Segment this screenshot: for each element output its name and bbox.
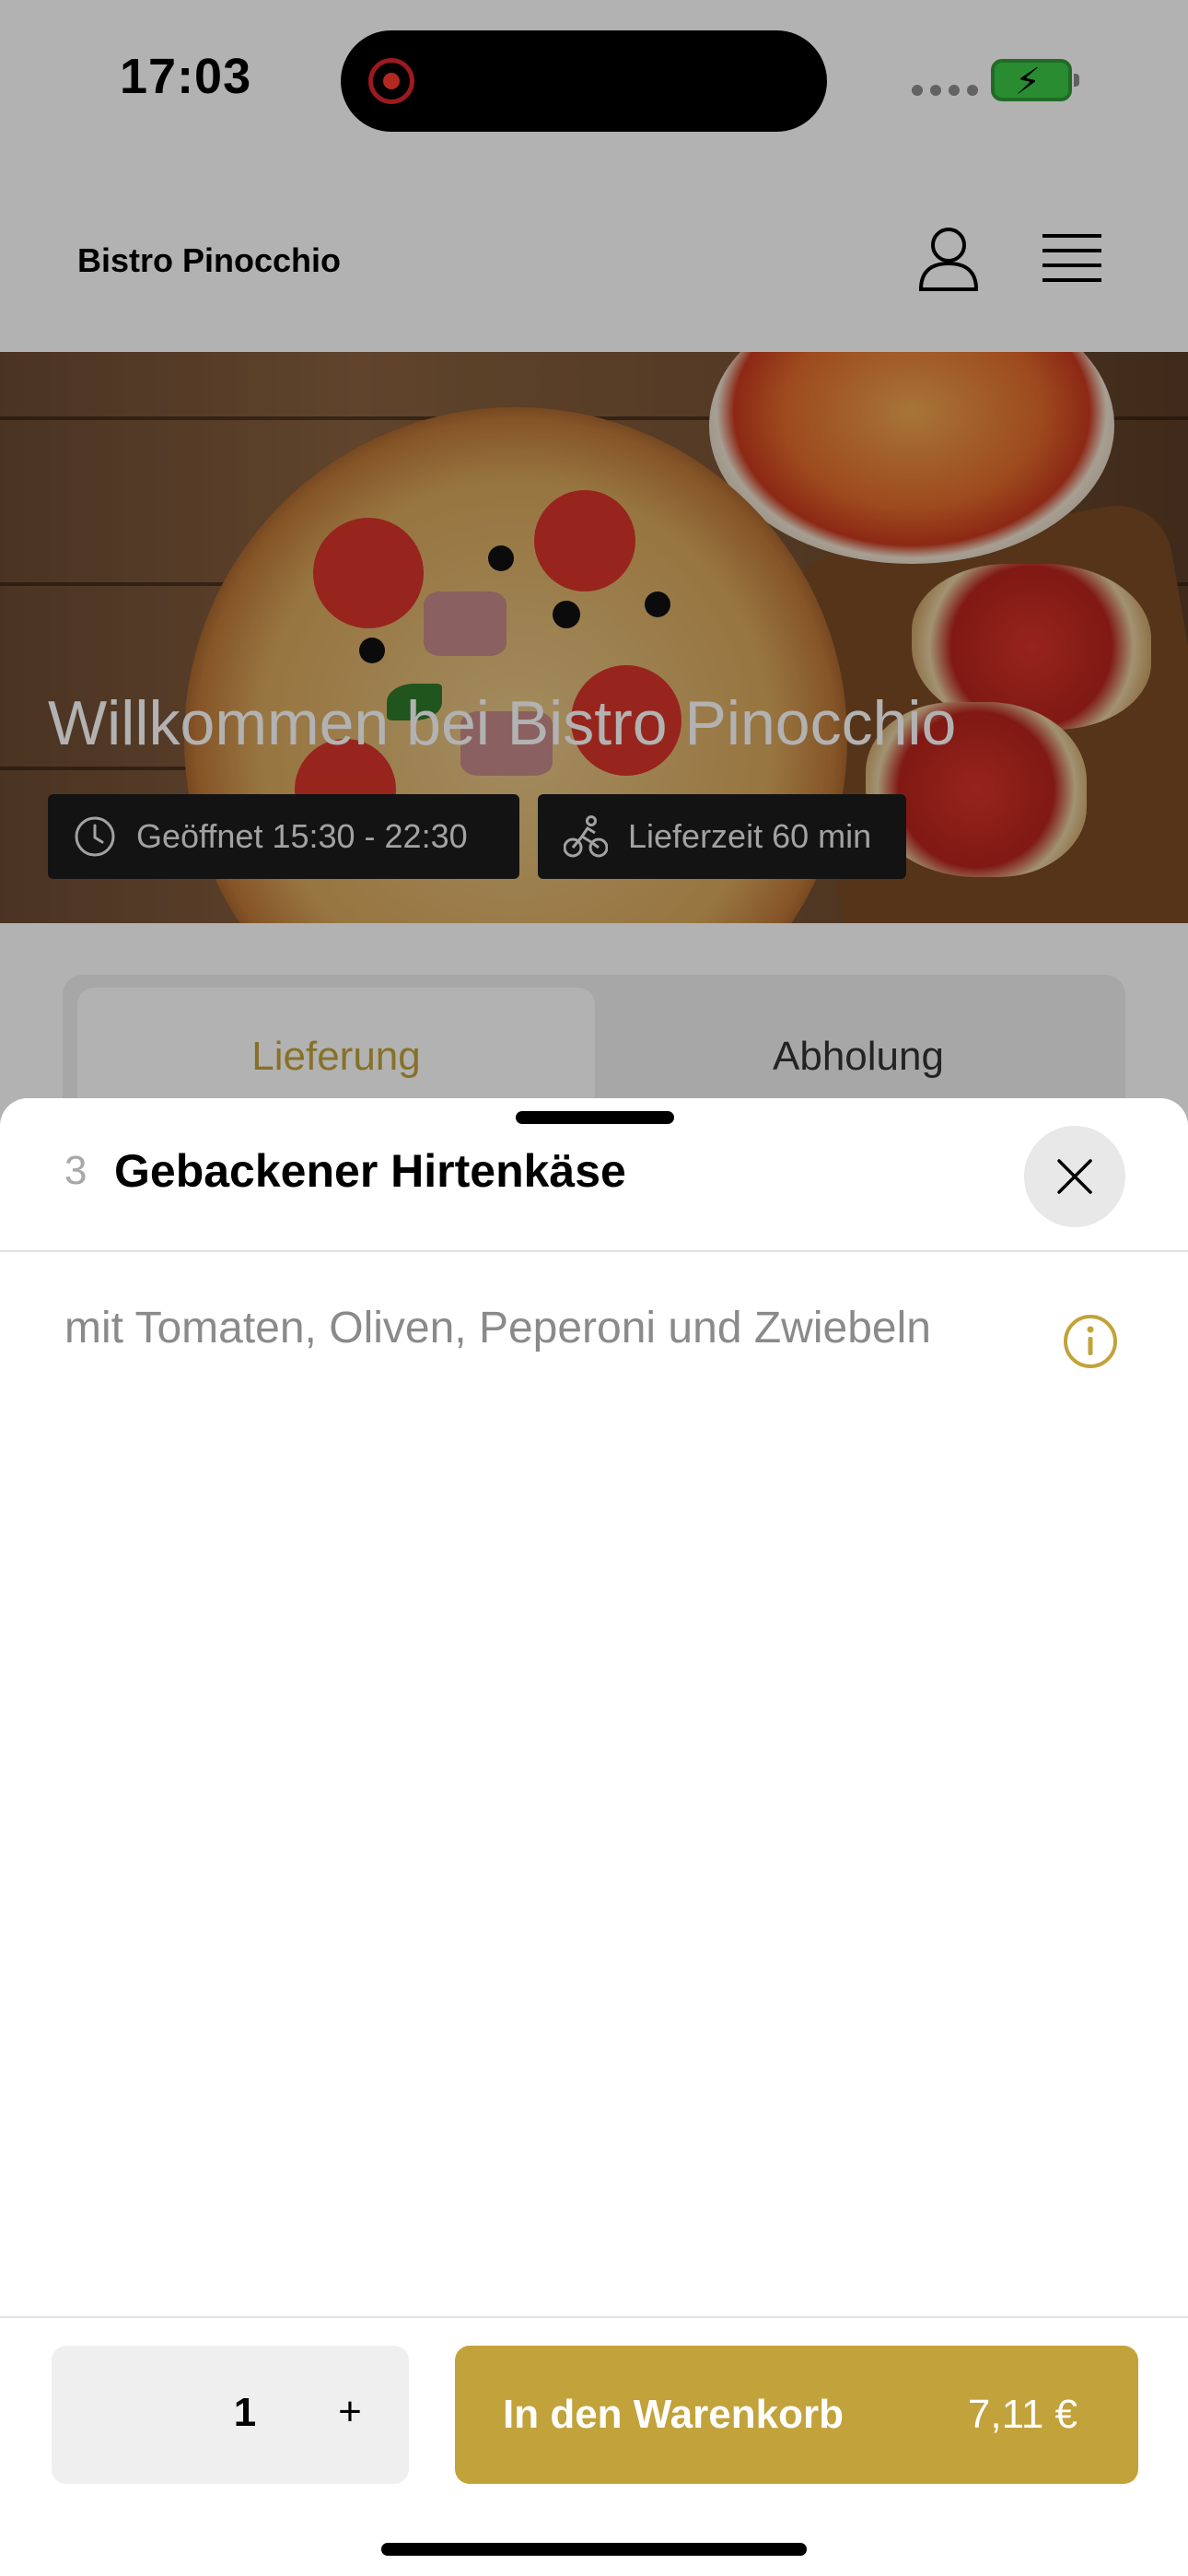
home-indicator[interactable] <box>381 2543 807 2556</box>
info-icon[interactable] <box>1063 1314 1118 1369</box>
add-to-cart-label: In den Warenkorb <box>503 2392 844 2437</box>
dish-detail-sheet: 3 Gebackener Hirtenkäse mit Tomaten, Oli… <box>0 1098 1188 2576</box>
close-button[interactable] <box>1024 1126 1125 1227</box>
divider <box>0 1250 1188 1252</box>
close-icon <box>1057 1159 1092 1194</box>
item-price: 7,11 € <box>967 2392 1077 2437</box>
dish-description: mit Tomaten, Oliven, Peperoni und Zwiebe… <box>64 1304 931 1352</box>
quantity-value: 1 <box>233 2390 257 2435</box>
add-to-cart-button[interactable]: In den Warenkorb 7,11 € <box>455 2346 1138 2484</box>
dish-title: Gebackener Hirtenkäse <box>114 1145 626 1197</box>
sheet-drag-handle[interactable] <box>516 1111 674 1124</box>
quantity-stepper: 1 + <box>52 2346 409 2484</box>
quantity-increase-button[interactable]: + <box>320 2383 379 2441</box>
modal-backdrop[interactable] <box>0 0 1188 1198</box>
dish-number: 3 <box>64 1148 87 1193</box>
divider <box>0 2316 1188 2318</box>
